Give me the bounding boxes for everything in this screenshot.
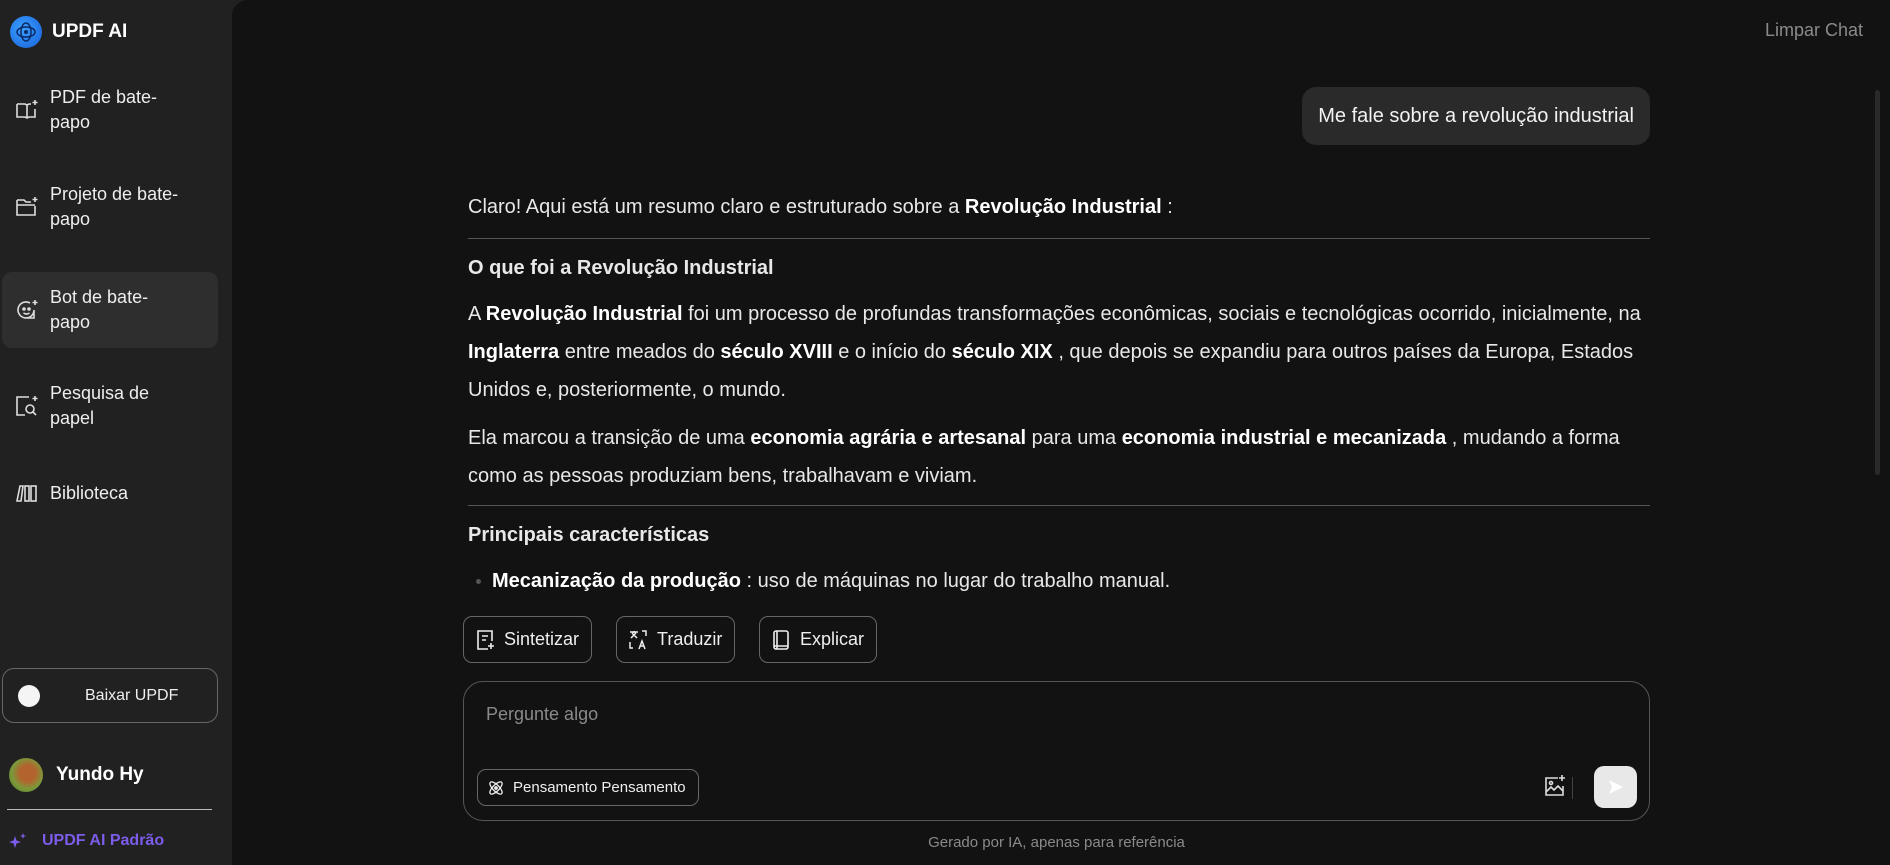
send-button[interactable]	[1594, 766, 1637, 808]
sidebar-item-paper-search[interactable]: Pesquisa de papel	[2, 376, 218, 436]
sidebar-item-label: Bot de bate-papo	[50, 287, 149, 332]
paragraph: Ela marcou a transição de uma economia a…	[468, 419, 1650, 495]
explain-button[interactable]: Explicar	[759, 616, 878, 663]
section-divider	[468, 505, 1650, 506]
user-profile[interactable]: Yundo Hy	[9, 758, 144, 792]
text-segment: : uso de máquinas no lugar do trabalho m…	[740, 570, 1171, 592]
translate-icon	[629, 629, 647, 649]
updf-download-icon	[18, 684, 40, 707]
sidebar-item-pdf-chat[interactable]: PDF de bate-papo	[2, 80, 218, 140]
section-heading: O que foi a Revolução Industrial	[468, 257, 774, 279]
section-heading: Principais características	[468, 524, 710, 546]
section-divider	[468, 238, 1650, 239]
question-input[interactable]: Pergunte algo	[486, 704, 598, 725]
toolbar-separator	[1572, 777, 1573, 799]
sidebar-item-label: Biblioteca	[50, 482, 129, 503]
clear-chat-button[interactable]: Limpar Chat	[1765, 20, 1863, 41]
summarize-icon	[477, 629, 494, 650]
text-segment: A	[468, 303, 486, 325]
text-segment: e o início do	[832, 341, 952, 363]
bold-text: século XVIII	[720, 341, 833, 363]
paper-search-icon	[16, 396, 38, 416]
paragraph: A Revolução Industrial foi um processo d…	[468, 295, 1650, 409]
folder-sparkle-icon	[16, 197, 38, 216]
sidebar-item-chat-bot[interactable]: Bot de bate-papo	[2, 272, 218, 348]
download-updf-button[interactable]: Baixar UPDF	[2, 668, 218, 723]
text-segment: foi um processo de profundas transformaç…	[682, 303, 1641, 325]
list-item: Mecanização da produção : uso de máquina…	[468, 562, 1650, 600]
assistant-response: Claro! Aqui está um resumo claro e estru…	[468, 188, 1650, 600]
composer: Pergunte algo Pensamento Pensamento	[463, 681, 1650, 821]
translate-label: Traduzir	[657, 629, 723, 649]
text-segment: Ela marcou a transição de uma	[468, 427, 751, 449]
sidebar-item-label: Pesquisa de papel	[50, 383, 150, 428]
explain-label: Explicar	[800, 629, 865, 649]
sidebar-divider	[7, 809, 212, 810]
sidebar: UPDF AI PDF de bate-papo Projeto de bate…	[0, 0, 231, 865]
avatar	[9, 758, 43, 792]
sidebar-item-label: Projeto de bate-papo	[50, 184, 179, 229]
text-segment: Claro! Aqui está um resumo claro e estru…	[468, 196, 965, 218]
atom-icon	[489, 780, 503, 795]
text-segment: entre meados do	[559, 341, 721, 363]
send-icon	[1608, 780, 1623, 794]
scrollbar[interactable]	[1875, 90, 1880, 475]
summarize-button[interactable]: Sintetizar	[463, 616, 593, 663]
chat-bot-icon	[17, 300, 38, 319]
translate-button[interactable]: Traduzir	[616, 616, 736, 663]
bold-text: economia industrial e mecanizada	[1121, 427, 1447, 449]
download-label: Baixar UPDF	[85, 686, 179, 704]
sidebar-item-label: PDF de bate-papo	[50, 87, 158, 132]
plan-selector[interactable]: UPDF AI Padrão	[8, 832, 164, 850]
bold-text: Mecanização da produção	[492, 570, 741, 592]
chat-panel: Limpar Chat Me fale sobre a revolução in…	[232, 0, 1890, 865]
sidebar-item-library[interactable]: Biblioteca	[2, 476, 218, 510]
summarize-label: Sintetizar	[504, 629, 580, 649]
user-name: Yundo Hy	[56, 764, 144, 785]
book-icon	[773, 629, 789, 650]
book-sparkle-icon	[16, 100, 38, 119]
thinking-toggle[interactable]: Pensamento Pensamento	[477, 769, 699, 806]
image-upload-icon[interactable]	[1543, 774, 1567, 798]
plan-label: UPDF AI Padrão	[42, 832, 165, 849]
sparkle-icon	[9, 833, 26, 848]
user-message: Me fale sobre a revolução industrial	[1302, 87, 1650, 145]
thinking-label: Pensamento Pensamento	[513, 779, 686, 796]
intro-text: Claro! Aqui está um resumo claro e estru…	[468, 188, 1650, 226]
ai-disclaimer: Gerado por IA, apenas para referência	[928, 834, 1185, 851]
bold-text: Revolução Industrial	[485, 303, 683, 325]
library-icon	[16, 485, 37, 502]
text-segment: para uma	[1026, 427, 1122, 449]
app-title: UPDF AI	[52, 21, 128, 42]
text-segment: :	[1161, 196, 1173, 218]
updf-logo-icon	[10, 16, 42, 48]
bold-text: economia agrária e artesanal	[750, 427, 1027, 449]
bold-text: século XIX	[951, 341, 1053, 363]
bold-text: Revolução Industrial	[964, 196, 1162, 218]
sidebar-item-chat-project[interactable]: Projeto de bate-papo	[2, 176, 218, 238]
bold-text: Inglaterra	[468, 341, 560, 363]
